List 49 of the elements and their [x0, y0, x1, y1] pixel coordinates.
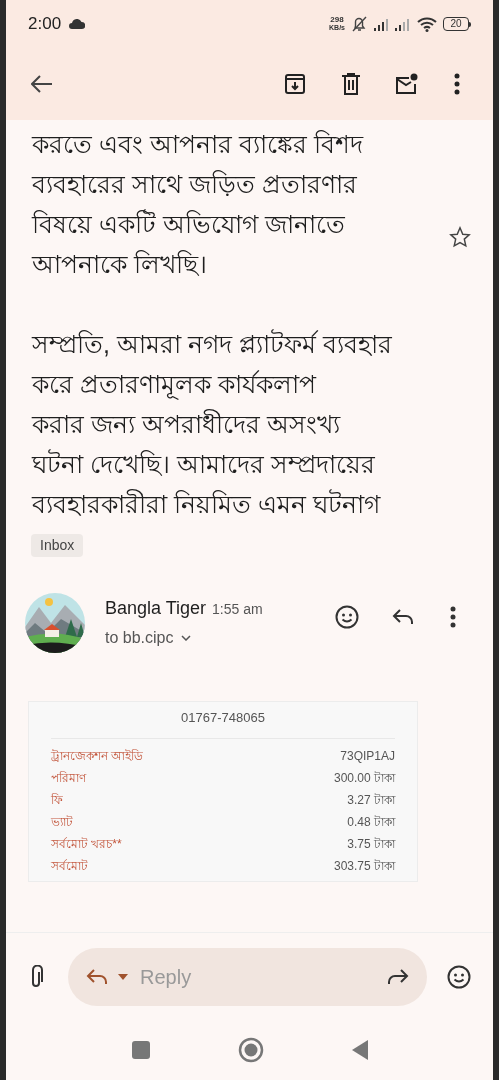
signal-icon	[374, 17, 390, 31]
receipt-label: ফি	[51, 791, 63, 809]
star-icon	[449, 226, 471, 248]
reply-field[interactable]: Reply	[68, 947, 427, 1006]
reply-arrow-icon	[86, 967, 108, 986]
muted-bell-icon	[350, 16, 368, 32]
trash-icon	[341, 73, 361, 95]
receipt-label: ভ্যাট	[51, 813, 73, 831]
wifi-icon	[417, 16, 437, 32]
receipt-label: ট্রানজেকশন আইডি	[51, 747, 144, 765]
cloud-icon	[69, 19, 86, 29]
emoji-react-button[interactable]	[333, 603, 361, 631]
archive-icon	[284, 73, 306, 95]
inbox-label: Inbox	[31, 534, 84, 557]
receipt-label: সর্বমোট খরচ**	[51, 835, 122, 853]
dropdown-triangle-icon	[118, 973, 128, 980]
receipt-value: 0.48 টাকা	[347, 813, 395, 831]
envelope-dot-icon	[395, 73, 419, 95]
recents-button[interactable]	[131, 1041, 150, 1060]
receipt-label: পরিমাণ	[51, 769, 86, 787]
battery-level: 20	[450, 19, 462, 29]
receipt-value: 303.75 টাকা	[333, 857, 395, 875]
smiley-icon	[447, 964, 471, 989]
more-vertical-icon	[454, 73, 460, 95]
smiley-icon	[335, 605, 359, 629]
body-paragraph: সম্প্রতি, আমরা নগদ প্ল্যাটফর্ম ব্যবহার করে প্রতারণামূলক কার্যকলাপ করার জন্য অপরাধীদের অসংখ্য ঘটনা দেখেছি। আমাদের সম্প্রদায়ের ব্যবহারকারীরা নিয়মিত এমন ঘটনাগ	[32, 328, 393, 520]
sender-name: Bangla Tiger	[105, 597, 207, 620]
reply-input[interactable]: Reply	[140, 961, 387, 992]
body-paragraph: করতে এবং আপনার ব্যাঙ্কের বিশদ ব্যবহারের সাথে জড়িত প্রতারণার বিষয়ে একটি অভিযোগ জানাতে আপনাকে লিখছি।	[32, 129, 365, 280]
chevron-down-icon	[181, 635, 192, 641]
receipt-value: 73QIP1AJ	[340, 747, 395, 765]
forward-arrow-icon	[387, 967, 409, 986]
signal-icon	[395, 17, 411, 31]
recipient-dropdown[interactable]: to bb.cipc	[105, 626, 192, 650]
reply-arrow-icon	[392, 608, 414, 626]
back-nav-button[interactable]	[351, 1040, 368, 1061]
network-speed: 298	[330, 16, 344, 24]
home-button[interactable]	[237, 1037, 264, 1064]
star-button[interactable]	[447, 224, 473, 250]
receipt-value: 300.00 টাকা	[333, 769, 395, 787]
message-time: 1:55 am	[212, 600, 263, 619]
receipt-value: 3.75 টাকা	[347, 835, 395, 853]
receipt-phone: 01767-748065	[51, 708, 395, 739]
back-arrow-icon	[31, 75, 53, 93]
receipt-value: 3.27 টাকা	[347, 791, 395, 809]
paperclip-icon	[29, 964, 43, 989]
receipt-label: সর্বমোট	[51, 857, 88, 875]
more-vertical-icon	[450, 606, 456, 628]
status-time: 2:00	[28, 13, 62, 36]
